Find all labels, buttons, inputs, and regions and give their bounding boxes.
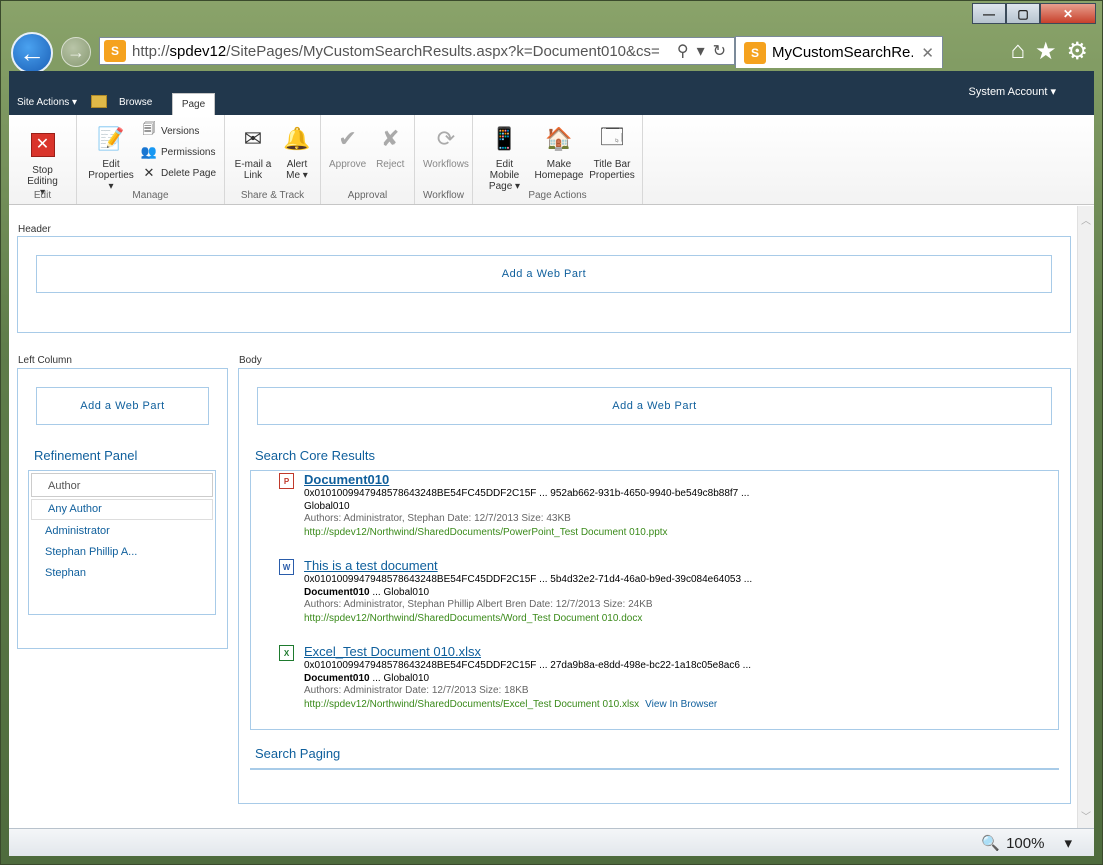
header-add-web-part[interactable]: Add a Web Part [36,255,1052,293]
email-envelope-icon: ✉ [243,126,263,151]
dropdown-icon[interactable]: ▾ [697,41,705,61]
delete-x-icon: ✕ [143,165,155,180]
home-icon[interactable]: ⌂ [1010,37,1025,66]
delete-page-button[interactable]: ✕ Delete Page [141,165,217,181]
sharepoint-tab-icon: S [744,41,766,64]
browser-toolbar: ← → S http://spdev12/SitePages/MyCustomS… [9,29,1094,75]
result-metadata: Authors: Administrator, Stephan Date: 12… [304,513,571,524]
tab-close-icon[interactable]: ✕ [913,44,942,62]
search-paging-divider [250,768,1059,770]
result-summary-2: Global010 [304,500,350,512]
maximize-button[interactable]: ▢ [1006,3,1040,24]
body-zone-label: Body [239,355,262,366]
result-summary: 0x010100994794857864324​8BE54FC45DDF2C15… [304,488,750,499]
ribbon-group-manage: 📝 Edit Properties ▾ 🗐 Versions 👥 Permissio… [77,115,225,204]
result-item: P Document010 0x010100994794857864324​8B… [279,472,750,539]
permissions-icon: 👥 [140,144,158,159]
header-zone-label: Header [18,224,51,235]
result-title-link[interactable]: This is a test document [304,558,752,573]
navigate-up-folder-icon[interactable] [91,95,107,108]
ribbon-group-edit: ✕ Stop Editing ▾ Edit [9,115,77,204]
homepage-icon: 🏠 [545,126,573,151]
view-in-browser-link[interactable]: View In Browser [645,699,717,710]
zoom-control[interactable]: 🔍 100% ▾ [981,834,1072,853]
result-url: http://spdev12/Northwind/SharedDocuments… [304,612,643,624]
powerpoint-file-icon: P [279,473,294,489]
ribbon-group-page-actions: 📱 Edit Mobile Page ▾ 🏠 Make Homepage 🗔 T… [473,115,643,204]
search-results-list: P Document010 0x010100994794857864324​8B… [250,470,1059,730]
stop-editing-icon: ✕ [27,129,59,161]
page-content: Site Actions ▾ Browse Page System Accoun… [9,71,1094,829]
site-actions-menu[interactable]: Site Actions ▾ [17,97,77,108]
refinement-item[interactable]: Stephan Phillip A... [29,543,215,564]
scroll-down-icon[interactable]: ﹀ [1081,808,1091,823]
approve-check-icon: ✔ [338,126,357,151]
result-item: X Excel_Test Document 010.xlsx 0x0101009… [279,644,752,711]
versions-icon: 🗐 [142,121,156,136]
browser-window: — ▢ ✕ ← → S http://spdev12/SitePages/MyC… [0,0,1103,865]
search-icon[interactable]: ⚲ [677,41,689,61]
permissions-button[interactable]: 👥 Permissions [141,144,216,160]
result-summary: 0x0101009947948578643248BE54FC45DDF2C15F… [304,574,753,585]
zoom-magnifier-icon: 🔍 [981,835,1001,852]
title-bar-icon: 🗔 [600,124,624,149]
browser-tab[interactable]: S MyCustomSearchRe... ✕ [735,36,943,68]
result-summary-2: Document010 ... Global010 [304,672,430,684]
minimize-button[interactable]: — [972,3,1006,24]
tab-title: MyCustomSearchRe... [772,44,914,61]
result-summary: 0x0101009947948578643248BE54FC45DDF2C15F… [304,660,752,671]
sharepoint-site-icon: S [104,40,126,62]
ribbon-group-share-track: ✉ E-mail a Link 🔔 Alert Me ▾ Share & Tra… [225,115,321,204]
refinement-panel-title: Refinement Panel [34,448,138,463]
result-metadata: Authors: Administrator, Stephan Phillip … [304,599,653,610]
close-window-button[interactable]: ✕ [1040,3,1096,24]
result-summary-2: Document010 ... Global010 [304,586,430,598]
ribbon-group-approval: ✔ Approve ✘ Reject Approval [321,115,415,204]
status-bar: 🔍 100% ▾ [9,828,1094,856]
address-bar[interactable]: S http://spdev12/SitePages/MyCustomSearc… [99,37,735,65]
settings-gear-icon[interactable]: ⚙ [1066,37,1088,66]
ribbon-tab-bar: Site Actions ▾ Browse Page System Accoun… [9,71,1094,115]
window-controls: — ▢ ✕ [972,3,1096,24]
favorites-star-icon[interactable]: ★ [1035,37,1057,66]
body-add-web-part[interactable]: Add a Web Part [257,387,1052,425]
refinement-panel: Author Any Author Administrator Stephan … [28,470,216,615]
result-url: http://spdev12/Northwind/SharedDocuments… [304,698,718,710]
result-title-link[interactable]: Excel_Test Document 010.xlsx [304,644,751,659]
left-column-label: Left Column [18,355,72,366]
versions-button[interactable]: 🗐 Versions [141,121,216,139]
zoom-level: 100% [1006,834,1045,852]
reject-icon: ✘ [381,126,400,151]
ribbon: ✕ Stop Editing ▾ Edit 📝 Edit Properties … [9,115,1094,205]
scroll-up-icon[interactable]: ︿ [1081,212,1091,227]
mobile-page-icon: 📱 [490,126,519,151]
word-file-icon: W [279,559,294,575]
result-url: http://spdev12/Northwind/SharedDocuments… [304,526,668,538]
url-text[interactable]: http://spdev12/SitePages/MyCustomSearchR… [132,43,669,60]
workflows-icon: ⟳ [436,126,456,151]
alert-bell-icon: 🔔 [283,126,311,151]
search-paging-title: Search Paging [255,746,341,761]
excel-file-icon: X [279,645,294,661]
result-title-link[interactable]: Document010 [304,472,749,487]
back-arrow-icon[interactable]: ← [11,32,53,74]
result-item: W This is a test document 0x010100994794… [279,558,753,625]
refinement-item[interactable]: Any Author [31,499,213,520]
left-add-web-part[interactable]: Add a Web Part [36,387,209,425]
zoom-dropdown-icon[interactable]: ▾ [1064,834,1072,852]
refinement-author-heading: Author [31,473,213,497]
tab-browse[interactable]: Browse [119,97,152,108]
forward-arrow-icon[interactable]: → [61,37,91,67]
refinement-item[interactable]: Stephan [29,564,215,585]
ribbon-group-workflow: ⟳ Workflows Workflow [415,115,473,204]
system-account-menu[interactable]: System Account ▾ [969,85,1056,98]
edit-properties-icon: 📝 [97,126,125,151]
refresh-icon[interactable]: ↻ [713,41,726,61]
tab-page[interactable]: Page [172,93,215,115]
page-layout: Header Add a Web Part Left Column Add a … [9,206,1094,829]
search-core-results-title: Search Core Results [255,448,375,463]
result-metadata: Authors: Administrator Date: 12/7/2013 S… [304,685,529,696]
vertical-scrollbar[interactable]: ︿ ﹀ [1077,206,1094,829]
refinement-item[interactable]: Administrator [29,522,215,543]
